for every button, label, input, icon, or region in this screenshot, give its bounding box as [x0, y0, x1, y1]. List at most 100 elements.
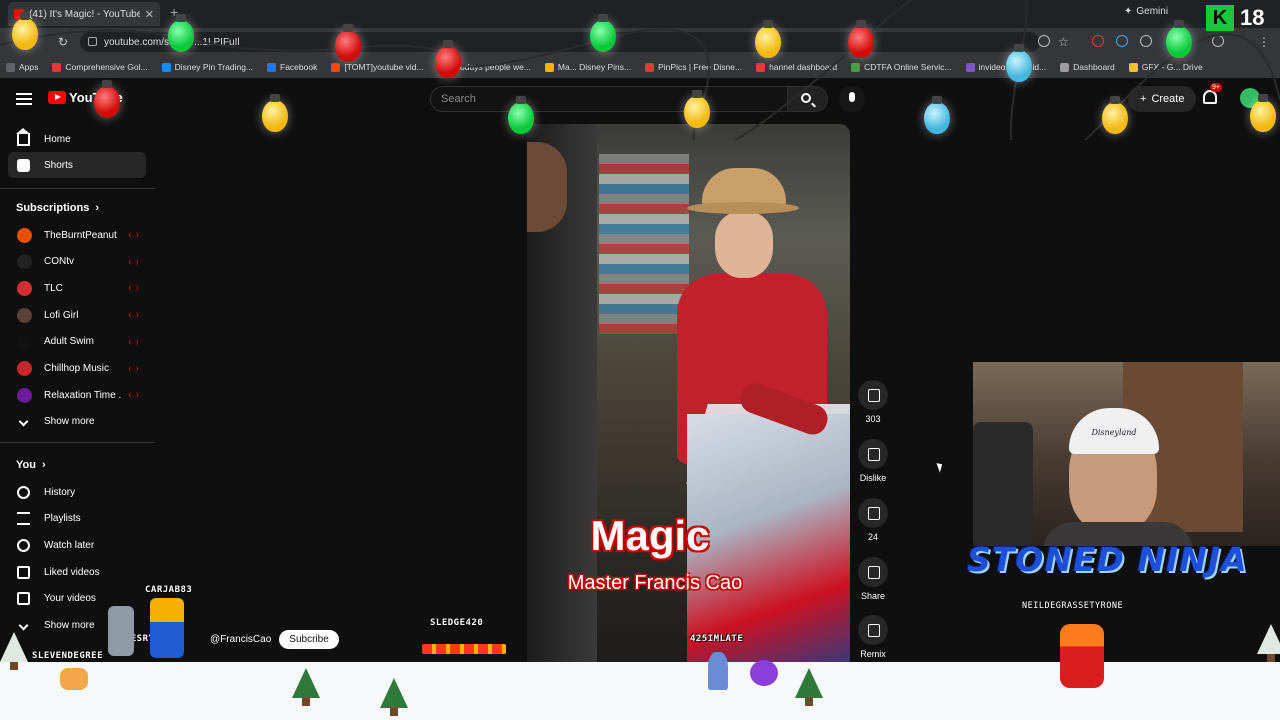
- video-caption-subtitle: Master Francis Cao: [567, 572, 743, 594]
- comments-button[interactable]: 24: [858, 498, 888, 542]
- like-count: 303: [865, 414, 881, 424]
- channel-avatar: [17, 227, 32, 243]
- viewer-counter: K 18: [1206, 5, 1264, 31]
- shorts-video-player[interactable]: Magic Master Francis Cao: [527, 124, 850, 680]
- subscription-name: CONtv: [44, 256, 74, 268]
- history-icon: [17, 485, 30, 499]
- robot-sprite: [108, 606, 134, 656]
- subscription-item[interactable]: TheBurntPeanut: [8, 222, 146, 248]
- subscription-name: Chillhop Music: [44, 363, 110, 374]
- sidebar-item-label: Playlists: [44, 513, 81, 525]
- sidebar-item-label: Watch later: [44, 539, 95, 551]
- sidebar: Home Shorts Subscriptions › TheBurntPean…: [0, 122, 155, 662]
- person-left-head: [527, 142, 567, 232]
- live-indicator-icon: [129, 365, 138, 372]
- webcam-chair: [973, 422, 1033, 546]
- christmas-bulb-icon: [755, 20, 781, 58]
- pine-tree-icon: [0, 632, 28, 670]
- chatter-name: SLEVENDEGREE: [32, 651, 104, 661]
- sidebar-item-label: Shorts: [44, 159, 73, 171]
- christmas-bulb-icon: [94, 80, 120, 118]
- pine-tree-icon: [292, 668, 320, 706]
- chatter-name: CARJAB83: [145, 585, 193, 595]
- remix-button[interactable]: Remix: [858, 615, 888, 659]
- stream-banner: STONED NINJA: [967, 540, 1248, 579]
- live-indicator-icon: [129, 258, 138, 265]
- goku-sprite: [150, 598, 184, 658]
- subscription-name: TLC: [44, 282, 63, 294]
- pine-tree-icon: [795, 668, 823, 706]
- chevron-right-icon: ›: [95, 202, 100, 214]
- subscribe-button[interactable]: Subcribe: [279, 630, 339, 649]
- sidebar-item-watch-later[interactable]: Watch later: [8, 532, 146, 558]
- christmas-bulb-icon: [262, 94, 288, 132]
- subscription-item[interactable]: Relaxation Time ...: [8, 382, 146, 408]
- christmas-bulb-icon: [1166, 20, 1192, 58]
- christmas-bulb-icon: [168, 14, 194, 52]
- like-icon: [17, 565, 30, 579]
- sidebar-item-label: Liked videos: [44, 566, 100, 578]
- subscription-item[interactable]: CONtv: [8, 249, 146, 275]
- you-heading[interactable]: You ›: [16, 459, 46, 471]
- christmas-bulb-icon: [1250, 94, 1276, 132]
- channel-avatar: [17, 361, 32, 376]
- christmas-bulb-icon: [435, 40, 461, 78]
- sidebar-item-playlists[interactable]: Playlists: [8, 506, 146, 532]
- christmas-bulb-icon: [335, 24, 361, 62]
- comment-count: 24: [867, 532, 878, 542]
- webcam-username: NEILDEGRASSETYRONE: [1022, 601, 1124, 611]
- channel-avatar: [17, 387, 32, 403]
- subscription-item[interactable]: Lofi Girl: [8, 302, 146, 328]
- christmas-bulb-icon: [508, 96, 534, 134]
- you-label: You: [16, 459, 36, 471]
- video-icon: [17, 592, 30, 606]
- channel-avatar: [17, 307, 32, 323]
- burger-sprite: [60, 668, 88, 690]
- subscription-name: TheBurntPeanut: [44, 229, 117, 241]
- sidebar-item-history[interactable]: History: [8, 479, 146, 505]
- thumbs-down-icon: [858, 439, 888, 469]
- remix-label: Remix: [860, 649, 886, 659]
- christmas-bulb-icon: [1102, 96, 1128, 134]
- playlists-icon: [17, 512, 30, 526]
- channel-avatar: [17, 254, 32, 270]
- magician-hat-brim: [687, 202, 799, 214]
- live-indicator-icon: [129, 232, 138, 238]
- kick-logo-icon: K: [1206, 5, 1234, 31]
- chatter-name: 425IMLATE: [690, 634, 744, 644]
- sidebar-item-liked-videos[interactable]: Liked videos: [8, 559, 146, 585]
- subscription-item[interactable]: Chillhop Music: [8, 356, 146, 382]
- streamer-webcam: Disneyland: [973, 362, 1280, 546]
- rocket-sprite: [708, 652, 728, 690]
- subscriptions-heading[interactable]: Subscriptions ›: [16, 202, 99, 214]
- live-indicator-icon: [129, 312, 138, 319]
- sidebar-item-shorts[interactable]: Shorts: [8, 152, 146, 178]
- subscription-name: Lofi Girl: [44, 309, 79, 321]
- show-more-label: Show more: [44, 619, 95, 631]
- christmas-light-wire: [0, 0, 1280, 140]
- sprite-health-bar: [422, 644, 506, 654]
- christmas-bulb-icon: [1006, 44, 1032, 82]
- divider: [0, 188, 155, 189]
- viewer-count: 18: [1240, 5, 1265, 30]
- subscription-item[interactable]: TLC: [8, 275, 146, 301]
- chevron-down-icon: [18, 416, 29, 426]
- like-button[interactable]: 303: [858, 380, 888, 424]
- christmas-bulb-icon: [12, 12, 38, 50]
- channel-handle[interactable]: @FrancisCao: [210, 634, 271, 645]
- show-more-button[interactable]: Show more: [8, 408, 146, 434]
- thumbs-up-icon: [858, 380, 888, 410]
- subscription-item[interactable]: Adult Swim: [8, 329, 146, 355]
- pine-tree-icon: [1257, 624, 1280, 662]
- chatter-name: SLEDGE420: [430, 618, 484, 628]
- channel-row: @FrancisCao Subcribe: [210, 630, 339, 649]
- christmas-bulb-icon: [924, 96, 950, 134]
- dislike-button[interactable]: Dislike: [852, 439, 894, 483]
- cap-logo-text: Disneyland: [1091, 428, 1137, 437]
- live-indicator-icon: [129, 285, 138, 292]
- christmas-bulb-icon: [848, 20, 874, 58]
- store-shelf: [599, 154, 689, 334]
- live-indicator-icon: [129, 338, 138, 345]
- share-button[interactable]: Share: [858, 557, 888, 601]
- dislike-label: Dislike: [859, 473, 887, 483]
